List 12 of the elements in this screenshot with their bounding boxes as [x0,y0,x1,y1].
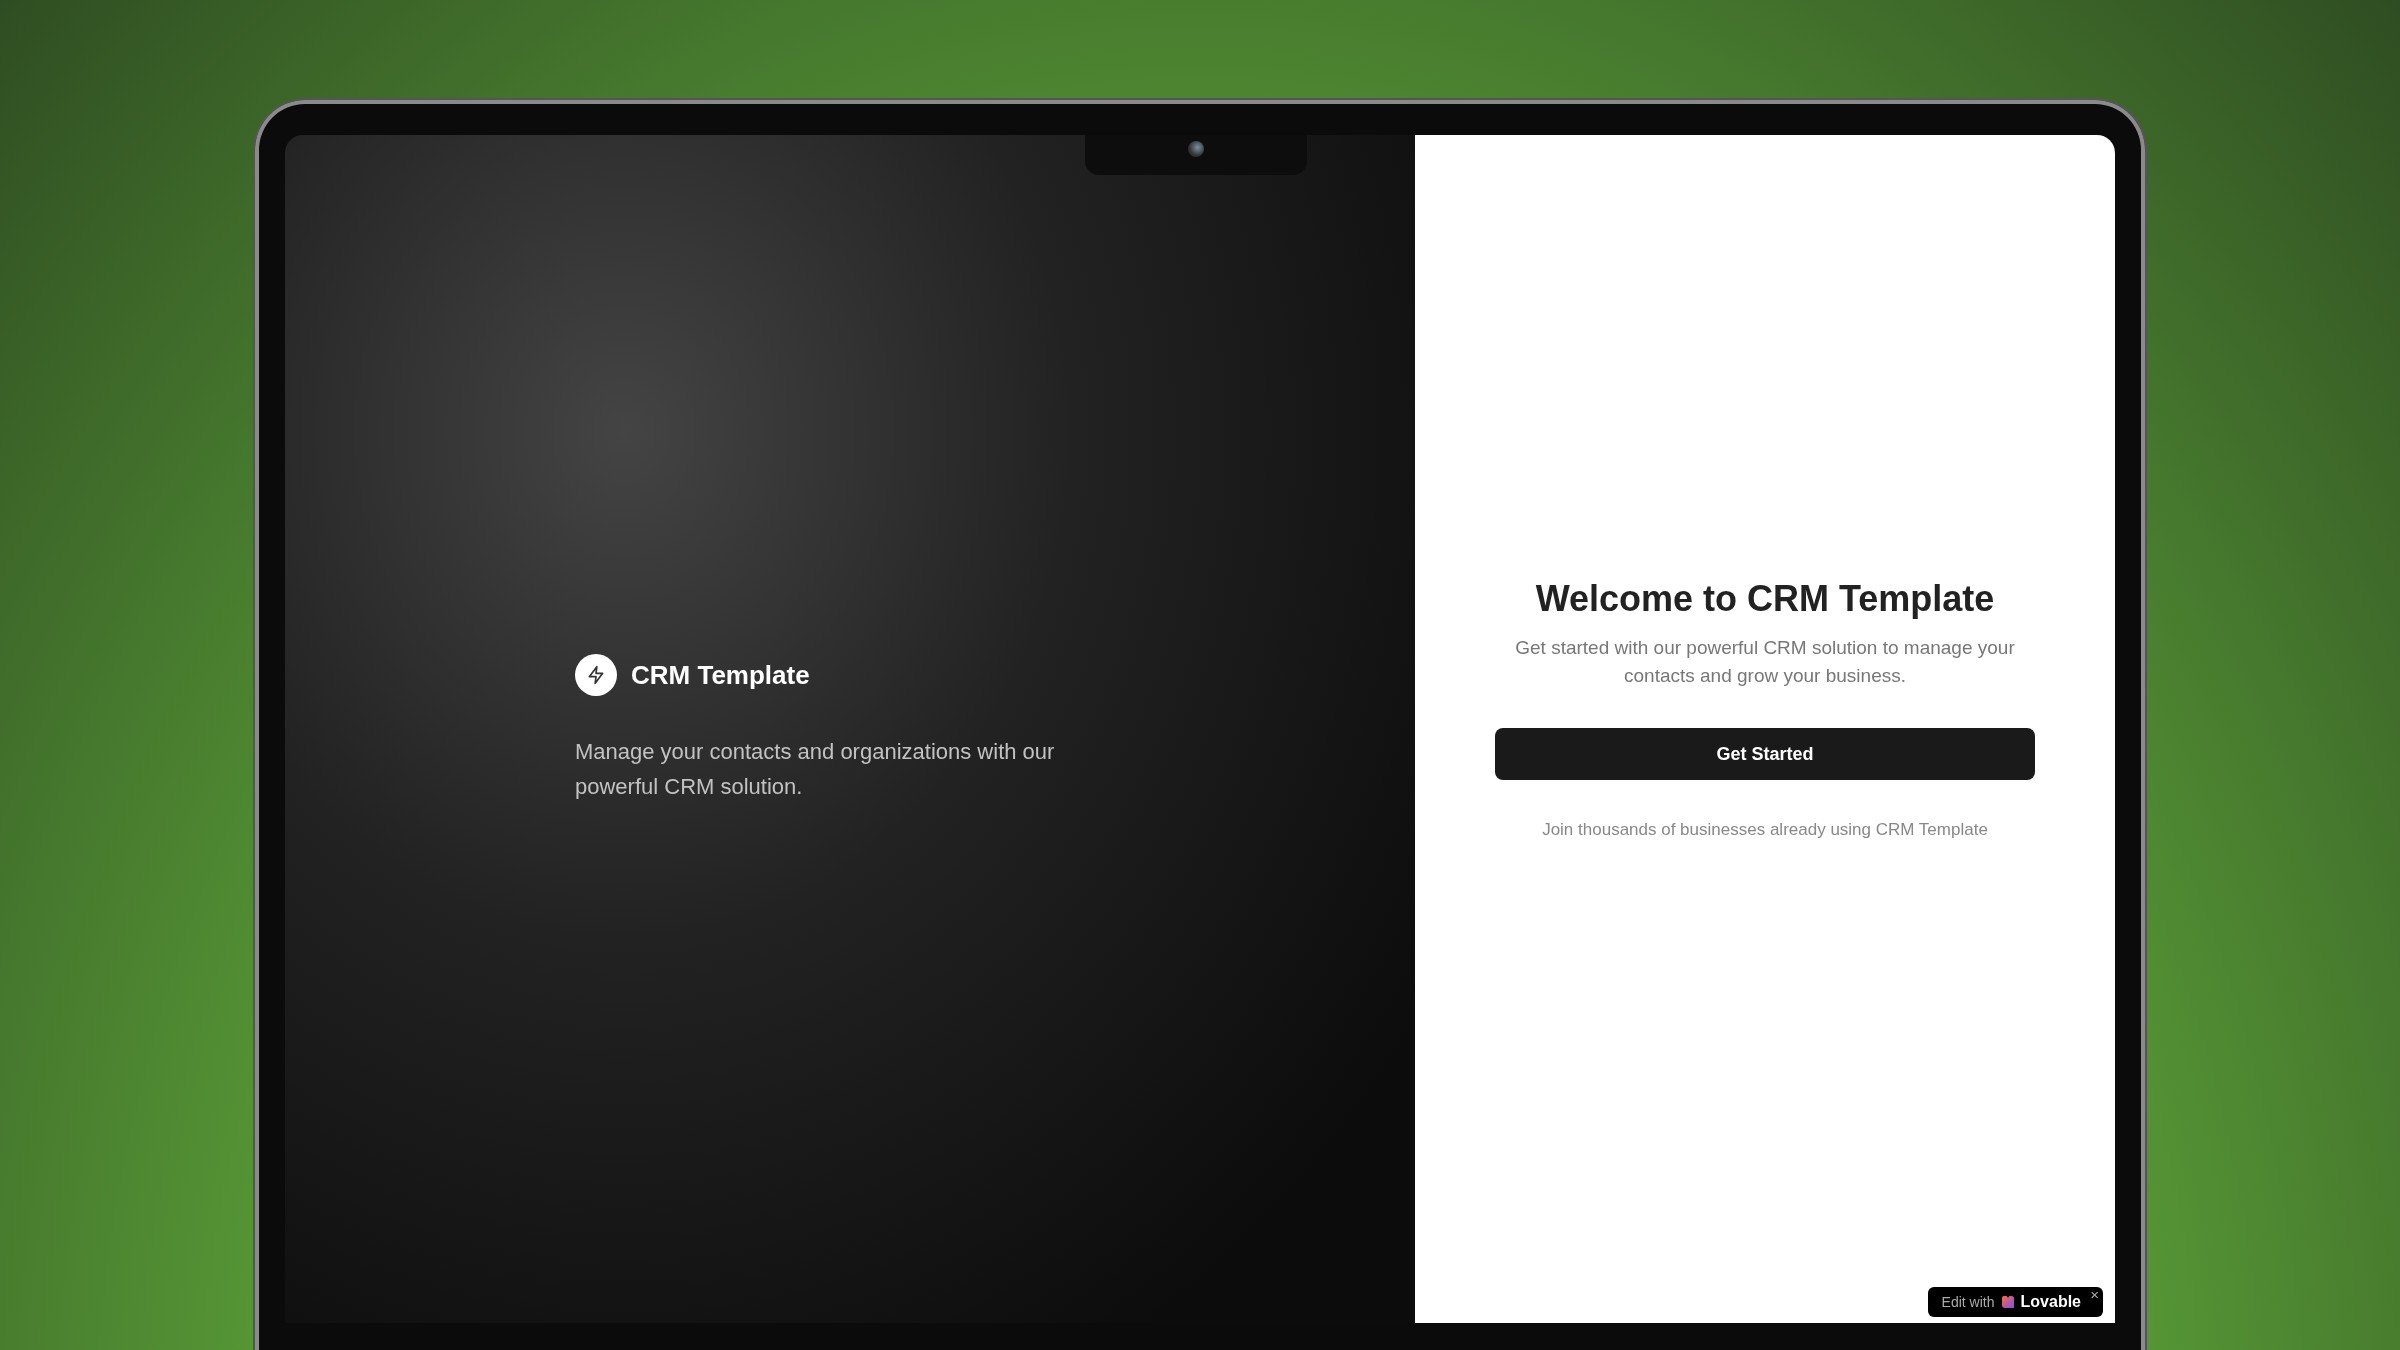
edit-badge[interactable]: Edit with Lovable × [1927,1287,2103,1317]
welcome-subtitle: Get started with our powerful CRM solution to manage your contacts and grow your business. [1514,636,2016,688]
badge-label: Edit with [1941,1294,1995,1310]
welcome-heading: Welcome to CRM Template [1535,578,1995,620]
lightning-icon [586,665,606,685]
brand-name: Lovable [2020,1293,2081,1311]
footnote: Join thousands of businesses already using CRM Template [1542,820,1988,840]
tagline: Manage your contacts and organizations with our powerful CRM solution. [575,738,1056,801]
camera-icon [1188,141,1204,157]
app-title: CRM Template [631,659,810,691]
close-button[interactable]: × [2090,1287,2099,1303]
get-started-button[interactable]: Get Started [1495,728,2035,780]
